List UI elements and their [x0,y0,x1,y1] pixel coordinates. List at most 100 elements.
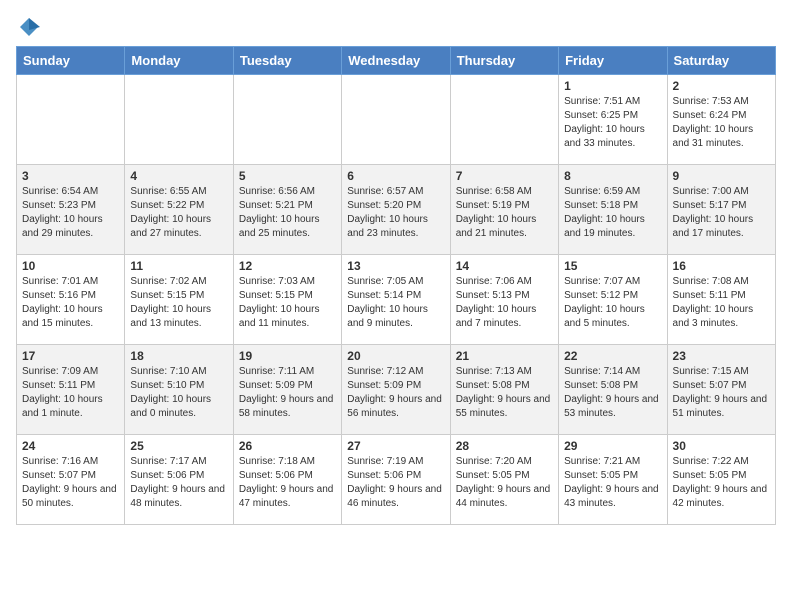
day-number: 30 [673,439,770,453]
page-header [16,16,776,38]
calendar-cell: 20 Sunrise: 7:12 AM Sunset: 5:09 PM Dayli… [342,345,450,435]
day-number: 16 [673,259,770,273]
logo-icon [18,16,40,38]
day-number: 1 [564,79,661,93]
day-info: Sunrise: 7:03 AM Sunset: 5:15 PM Dayligh… [239,275,336,331]
day-number: 3 [22,169,119,183]
day-number: 26 [239,439,336,453]
calendar-cell: 13Sunrise: 7:05 AM Sunset: 5:14 PM Dayli… [342,255,450,345]
day-info: Sunrise: 6:55 AM Sunset: 5:22 PM Dayligh… [130,185,227,241]
calendar-cell: 7 Sunrise: 6:58 AM Sunset: 5:19 PM Daylig… [450,165,558,255]
day-info: Sunrise: 7:13 AM Sunset: 5:08 PM Dayligh… [456,365,553,421]
calendar-cell: 2 Sunrise: 7:53 AM Sunset: 6:24 PM Daylig… [667,75,775,165]
calendar-cell [125,75,233,165]
calendar-cell: 3 Sunrise: 6:54 AM Sunset: 5:23 PM Daylig… [17,165,125,255]
calendar-cell: 19 Sunrise: 7:11 AM Sunset: 5:09 PM Dayli… [233,345,341,435]
calendar-week-5: 24 Sunrise: 7:16 AM Sunset: 5:07 PM Dayli… [17,435,776,525]
day-number: 21 [456,349,553,363]
day-info: Sunrise: 7:22 AM Sunset: 5:05 PM Dayligh… [673,455,770,511]
weekday-header-wednesday: Wednesday [342,47,450,75]
day-info: Sunrise: 6:57 AM Sunset: 5:20 PM Dayligh… [347,185,444,241]
day-number: 19 [239,349,336,363]
day-info: Sunrise: 6:56 AM Sunset: 5:21 PM Dayligh… [239,185,336,241]
day-info: Sunrise: 7:12 AM Sunset: 5:09 PM Dayligh… [347,365,444,421]
day-info: Sunrise: 7:11 AM Sunset: 5:09 PM Dayligh… [239,365,336,421]
calendar-cell [233,75,341,165]
calendar-header: SundayMondayTuesdayWednesdayThursdayFrid… [17,47,776,75]
calendar-cell: 9 Sunrise: 7:00 AM Sunset: 5:17 PM Daylig… [667,165,775,255]
weekday-header-thursday: Thursday [450,47,558,75]
day-number: 8 [564,169,661,183]
day-info: Sunrise: 7:21 AM Sunset: 5:05 PM Dayligh… [564,455,661,511]
day-number: 2 [673,79,770,93]
calendar-cell: 11Sunrise: 7:02 AM Sunset: 5:15 PM Dayli… [125,255,233,345]
calendar-table: SundayMondayTuesdayWednesdayThursdayFrid… [16,46,776,525]
day-number: 27 [347,439,444,453]
weekday-header-row: SundayMondayTuesdayWednesdayThursdayFrid… [17,47,776,75]
day-number: 9 [673,169,770,183]
calendar-cell: 26 Sunrise: 7:18 AM Sunset: 5:06 PM Dayli… [233,435,341,525]
calendar-cell: 12 Sunrise: 7:03 AM Sunset: 5:15 PM Dayli… [233,255,341,345]
day-info: Sunrise: 6:59 AM Sunset: 5:18 PM Dayligh… [564,185,661,241]
calendar-cell: 14 Sunrise: 7:06 AM Sunset: 5:13 PM Dayli… [450,255,558,345]
weekday-header-tuesday: Tuesday [233,47,341,75]
calendar-week-2: 3 Sunrise: 6:54 AM Sunset: 5:23 PM Daylig… [17,165,776,255]
day-number: 20 [347,349,444,363]
calendar-cell: 6 Sunrise: 6:57 AM Sunset: 5:20 PM Daylig… [342,165,450,255]
day-number: 14 [456,259,553,273]
calendar-cell [450,75,558,165]
day-info: Sunrise: 7:18 AM Sunset: 5:06 PM Dayligh… [239,455,336,511]
calendar-cell [342,75,450,165]
day-info: Sunrise: 7:06 AM Sunset: 5:13 PM Dayligh… [456,275,553,331]
calendar-cell [17,75,125,165]
calendar-cell: 22 Sunrise: 7:14 AM Sunset: 5:08 PM Dayli… [559,345,667,435]
calendar-cell: 5 Sunrise: 6:56 AM Sunset: 5:21 PM Daylig… [233,165,341,255]
calendar-cell: 28 Sunrise: 7:20 AM Sunset: 5:05 PM Dayli… [450,435,558,525]
calendar-week-4: 17Sunrise: 7:09 AM Sunset: 5:11 PM Dayli… [17,345,776,435]
calendar-cell: 8 Sunrise: 6:59 AM Sunset: 5:18 PM Daylig… [559,165,667,255]
weekday-header-monday: Monday [125,47,233,75]
day-number: 22 [564,349,661,363]
day-info: Sunrise: 7:07 AM Sunset: 5:12 PM Dayligh… [564,275,661,331]
calendar-cell: 10 Sunrise: 7:01 AM Sunset: 5:16 PM Dayli… [17,255,125,345]
day-number: 13 [347,259,444,273]
day-number: 25 [130,439,227,453]
calendar-week-1: 1 Sunrise: 7:51 AM Sunset: 6:25 PM Daylig… [17,75,776,165]
day-info: Sunrise: 7:20 AM Sunset: 5:05 PM Dayligh… [456,455,553,511]
day-info: Sunrise: 7:53 AM Sunset: 6:24 PM Dayligh… [673,95,770,151]
day-number: 12 [239,259,336,273]
day-info: Sunrise: 7:15 AM Sunset: 5:07 PM Dayligh… [673,365,770,421]
day-number: 4 [130,169,227,183]
calendar-cell: 24 Sunrise: 7:16 AM Sunset: 5:07 PM Dayli… [17,435,125,525]
calendar-cell: 18Sunrise: 7:10 AM Sunset: 5:10 PM Dayli… [125,345,233,435]
day-info: Sunrise: 7:51 AM Sunset: 6:25 PM Dayligh… [564,95,661,151]
day-number: 24 [22,439,119,453]
day-number: 28 [456,439,553,453]
weekday-header-friday: Friday [559,47,667,75]
day-info: Sunrise: 7:01 AM Sunset: 5:16 PM Dayligh… [22,275,119,331]
calendar-cell: 15 Sunrise: 7:07 AM Sunset: 5:12 PM Dayli… [559,255,667,345]
day-number: 6 [347,169,444,183]
weekday-header-saturday: Saturday [667,47,775,75]
calendar-cell: 4 Sunrise: 6:55 AM Sunset: 5:22 PM Daylig… [125,165,233,255]
day-info: Sunrise: 6:54 AM Sunset: 5:23 PM Dayligh… [22,185,119,241]
day-number: 15 [564,259,661,273]
day-info: Sunrise: 7:17 AM Sunset: 5:06 PM Dayligh… [130,455,227,511]
day-number: 29 [564,439,661,453]
day-info: Sunrise: 7:02 AM Sunset: 5:15 PM Dayligh… [130,275,227,331]
calendar-week-3: 10 Sunrise: 7:01 AM Sunset: 5:16 PM Dayli… [17,255,776,345]
day-number: 7 [456,169,553,183]
calendar-cell: 30 Sunrise: 7:22 AM Sunset: 5:05 PM Dayli… [667,435,775,525]
day-number: 10 [22,259,119,273]
day-number: 5 [239,169,336,183]
day-info: Sunrise: 7:00 AM Sunset: 5:17 PM Dayligh… [673,185,770,241]
calendar-cell: 21 Sunrise: 7:13 AM Sunset: 5:08 PM Dayli… [450,345,558,435]
calendar-cell: 23Sunrise: 7:15 AM Sunset: 5:07 PM Dayli… [667,345,775,435]
day-info: Sunrise: 7:19 AM Sunset: 5:06 PM Dayligh… [347,455,444,511]
day-number: 18 [130,349,227,363]
day-info: Sunrise: 6:58 AM Sunset: 5:19 PM Dayligh… [456,185,553,241]
logo [16,16,40,38]
day-info: Sunrise: 7:16 AM Sunset: 5:07 PM Dayligh… [22,455,119,511]
day-info: Sunrise: 7:14 AM Sunset: 5:08 PM Dayligh… [564,365,661,421]
weekday-header-sunday: Sunday [17,47,125,75]
